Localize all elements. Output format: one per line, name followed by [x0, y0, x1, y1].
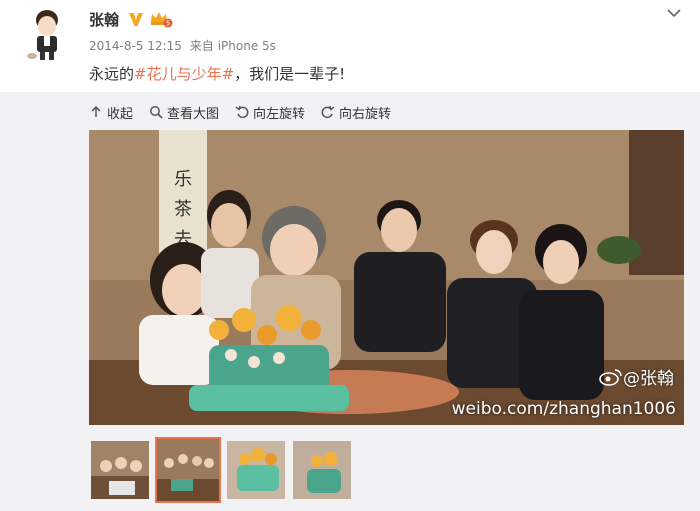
media-toolbar: 收起 查看大图 向左旋转 向右旋转 [89, 100, 407, 124]
thumbnail-active[interactable] [155, 437, 221, 503]
thumbnail[interactable] [89, 439, 151, 501]
weibo-logo-icon [599, 368, 622, 386]
author-row: 张翰 5 [89, 8, 173, 30]
vip-level: 5 [166, 20, 170, 28]
post-meta: 2014-8-5 12:15 来自 iPhone 5s [89, 37, 280, 54]
topic-link[interactable]: #花儿与少年# [134, 65, 234, 83]
post-text: 永远的#花儿与少年#，我们是一辈子! [89, 63, 345, 84]
view-large-button[interactable]: 查看大图 [149, 103, 219, 122]
post-text-before: 永远的 [89, 65, 135, 83]
watermark-handle: @张翰 [623, 369, 674, 389]
main-photo[interactable]: 乐 茶 去 @张翰 weibo.com/zhanghan1006 [89, 130, 684, 425]
watermark-url: weibo.com/zhanghan1006 [451, 399, 676, 419]
collapse-label: 收起 [107, 106, 134, 122]
media-box: 收起 查看大图 向左旋转 向右旋转 乐 茶 去 @张翰 weibo.com/zh… [0, 92, 700, 511]
thumbnail-strip [89, 437, 357, 503]
avatar[interactable] [22, 6, 72, 62]
rotate-right-button[interactable]: 向右旋转 [321, 103, 391, 122]
rotate-right-icon [321, 105, 335, 119]
thumbnail[interactable] [291, 439, 353, 501]
thumbnail[interactable] [225, 439, 287, 501]
vip-crown-icon[interactable]: 5 [149, 10, 173, 28]
source-prefix: 来自 [189, 39, 214, 53]
rotate-left-icon [235, 105, 249, 119]
rotate-left-label: 向左旋转 [253, 106, 306, 122]
verified-v-icon[interactable] [127, 10, 145, 28]
post-source[interactable]: iPhone 5s [218, 39, 276, 53]
weibo-watermark: @张翰 [599, 364, 674, 389]
post-timestamp[interactable]: 2014-8-5 12:15 [89, 39, 182, 53]
collapse-icon [91, 105, 101, 117]
rotate-left-button[interactable]: 向左旋转 [235, 103, 305, 122]
rotate-right-label: 向右旋转 [339, 106, 392, 122]
chevron-down-icon[interactable] [666, 4, 682, 18]
collapse-button[interactable]: 收起 [89, 103, 133, 122]
magnifier-icon [150, 106, 163, 119]
post-text-after: ，我们是一辈子! [234, 65, 346, 83]
author-name[interactable]: 张翰 [89, 9, 119, 30]
post-header: 张翰 5 2014-8-5 12:15 来自 iPhone 5s 永远的#花儿与少… [0, 0, 700, 92]
svg-text:乐: 乐 [174, 169, 192, 190]
svg-text:茶: 茶 [174, 199, 192, 220]
view-large-label: 查看大图 [167, 106, 220, 122]
